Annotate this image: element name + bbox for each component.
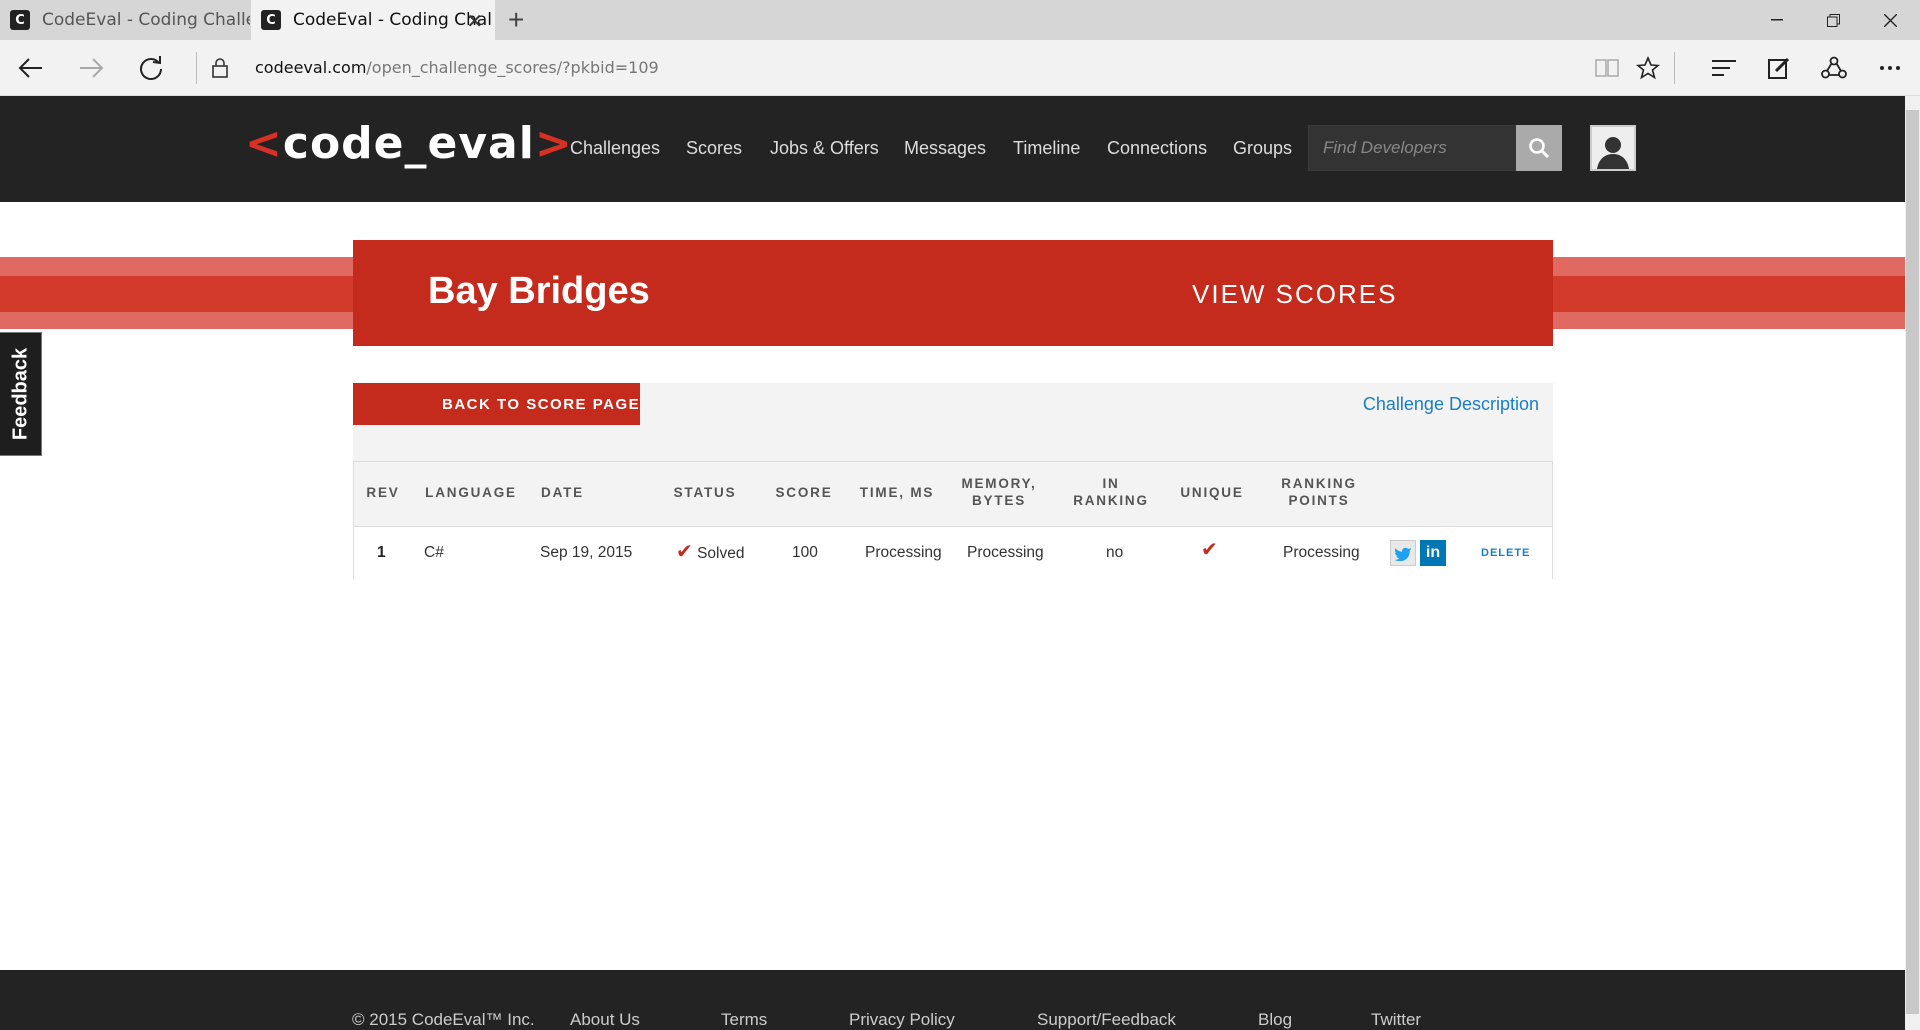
favorite-star-icon[interactable] bbox=[1630, 50, 1666, 86]
table-row: 1 C# Sep 19, 2015 ✔ Solved 100 Processin… bbox=[354, 526, 1552, 579]
challenge-description-link[interactable]: Challenge Description bbox=[1363, 394, 1539, 415]
header-unique: UNIQUE bbox=[1180, 484, 1244, 500]
url-path: /open_challenge_scores/?pkbid=109 bbox=[366, 58, 659, 77]
tab-title: CodeEval - Coding Chal bbox=[293, 10, 492, 30]
header-time-ms: TIME, MS bbox=[859, 484, 935, 500]
back-arrow-icon[interactable] bbox=[11, 48, 51, 88]
nav-groups[interactable]: Groups bbox=[1233, 138, 1292, 159]
scores-table: REV LANGUAGE DATE STATUS SCORE TIME, MS … bbox=[353, 461, 1553, 579]
cell-date: Sep 19, 2015 bbox=[540, 544, 633, 561]
codeeval-favicon-icon: C bbox=[10, 10, 30, 30]
nav-jobs-offers[interactable]: Jobs & Offers bbox=[770, 138, 879, 159]
share-icon[interactable] bbox=[1816, 50, 1852, 86]
page-scrollbar-thumb[interactable] bbox=[1906, 110, 1919, 1014]
cell-in-ranking: no bbox=[1106, 544, 1124, 561]
footer-link-terms[interactable]: Terms bbox=[721, 1010, 767, 1030]
score-panel: BACK TO SCORE PAGE Challenge Description… bbox=[353, 383, 1553, 579]
header-date: DATE bbox=[541, 484, 584, 500]
user-avatar[interactable] bbox=[1590, 125, 1636, 171]
browser-tab-active[interactable]: C CodeEval - Coding Chal ✕ bbox=[251, 0, 495, 40]
tab-title: CodeEval - Coding Challenge bbox=[42, 10, 250, 30]
restore-window-button[interactable] bbox=[1805, 0, 1861, 40]
nav-scores[interactable]: Scores bbox=[686, 138, 742, 159]
codeeval-favicon-icon: C bbox=[261, 10, 281, 30]
cell-ranking-points: Processing bbox=[1283, 544, 1360, 561]
nav-challenges[interactable]: Challenges bbox=[570, 138, 660, 159]
logo-text: code_eval bbox=[282, 118, 535, 169]
new-tab-button[interactable]: + bbox=[508, 4, 524, 36]
linkedin-share-icon[interactable]: in bbox=[1420, 540, 1446, 566]
footer-link-twitter[interactable]: Twitter bbox=[1371, 1010, 1421, 1030]
browser-tab-bar: C CodeEval - Coding Challenge C CodeEval… bbox=[0, 0, 1920, 40]
footer-link-blog[interactable]: Blog bbox=[1258, 1010, 1292, 1030]
browser-address-bar: codeeval.com/open_challenge_scores/?pkbi… bbox=[0, 40, 1920, 96]
search-button[interactable] bbox=[1516, 125, 1562, 171]
nav-connections[interactable]: Connections bbox=[1107, 138, 1207, 159]
user-silhouette-icon bbox=[1597, 137, 1629, 169]
solved-check-icon: ✔ bbox=[676, 541, 693, 563]
challenge-title: Bay Bridges bbox=[428, 270, 650, 312]
site-footer: © 2015 CodeEval™ Inc. About Us Terms Pri… bbox=[0, 970, 1905, 1030]
cell-language: C# bbox=[424, 544, 444, 561]
challenge-banner: Bay Bridges VIEW SCORES bbox=[353, 240, 1553, 346]
minimize-window-button[interactable] bbox=[1749, 0, 1805, 40]
more-menu-icon[interactable] bbox=[1872, 50, 1908, 86]
back-to-score-page-button[interactable]: BACK TO SCORE PAGE bbox=[353, 383, 640, 425]
find-developers-input[interactable]: Find Developers bbox=[1308, 125, 1520, 171]
reading-view-icon[interactable] bbox=[1589, 50, 1625, 86]
twitter-share-icon[interactable] bbox=[1390, 540, 1416, 566]
status-text: Solved bbox=[697, 545, 745, 562]
header-ranking-points: RANKING POINTS bbox=[1281, 476, 1357, 508]
url-field[interactable]: codeeval.com/open_challenge_scores/?pkbi… bbox=[255, 58, 659, 77]
header-language: LANGUAGE bbox=[425, 484, 517, 500]
refresh-icon[interactable] bbox=[131, 48, 171, 88]
delete-button[interactable]: DELETE bbox=[1481, 547, 1530, 559]
header-score: SCORE bbox=[775, 484, 833, 500]
footer-link-about-us[interactable]: About Us bbox=[570, 1010, 640, 1030]
close-window-button[interactable] bbox=[1862, 0, 1918, 40]
footer-link-support-feedback[interactable]: Support/Feedback bbox=[1037, 1010, 1176, 1030]
forward-arrow-icon[interactable] bbox=[71, 48, 111, 88]
view-scores-heading: VIEW SCORES bbox=[1192, 279, 1398, 309]
cell-status: ✔ Solved bbox=[676, 539, 744, 564]
url-domain: codeeval.com bbox=[255, 58, 367, 77]
footer-copyright: © 2015 CodeEval™ Inc. bbox=[352, 1010, 535, 1029]
site-header: <code_eval> Challenges Scores Jobs & Off… bbox=[0, 96, 1905, 202]
cell-memory: Processing bbox=[967, 544, 1044, 561]
toolbar-divider bbox=[196, 52, 197, 84]
feedback-tab[interactable]: Feedback bbox=[0, 332, 42, 456]
logo-bracket-left: < bbox=[245, 118, 283, 169]
browser-tab-inactive[interactable]: C CodeEval - Coding Challenge bbox=[0, 0, 250, 40]
unique-check-icon: ✔ bbox=[1201, 539, 1218, 561]
footer-link-privacy-policy[interactable]: Privacy Policy bbox=[849, 1010, 955, 1030]
nav-timeline[interactable]: Timeline bbox=[1013, 138, 1080, 159]
feedback-label: Feedback bbox=[9, 347, 31, 441]
lock-icon bbox=[200, 48, 240, 88]
codeeval-logo[interactable]: <code_eval> bbox=[245, 118, 573, 169]
header-in-ranking: IN RANKING bbox=[1073, 476, 1149, 508]
cell-score: 100 bbox=[792, 544, 818, 561]
search-icon bbox=[1529, 138, 1550, 159]
header-status: STATUS bbox=[673, 484, 737, 500]
cell-rev: 1 bbox=[377, 544, 386, 561]
close-tab-icon[interactable]: ✕ bbox=[466, 9, 483, 33]
nav-messages[interactable]: Messages bbox=[904, 138, 986, 159]
header-rev: REV bbox=[366, 484, 400, 500]
hub-icon[interactable] bbox=[1706, 50, 1742, 86]
toolbar-divider bbox=[1674, 52, 1675, 84]
header-memory-bytes: MEMORY, BYTES bbox=[961, 476, 1037, 508]
web-note-icon[interactable] bbox=[1761, 50, 1797, 86]
logo-bracket-right: > bbox=[534, 118, 573, 169]
cell-time: Processing bbox=[865, 544, 942, 561]
